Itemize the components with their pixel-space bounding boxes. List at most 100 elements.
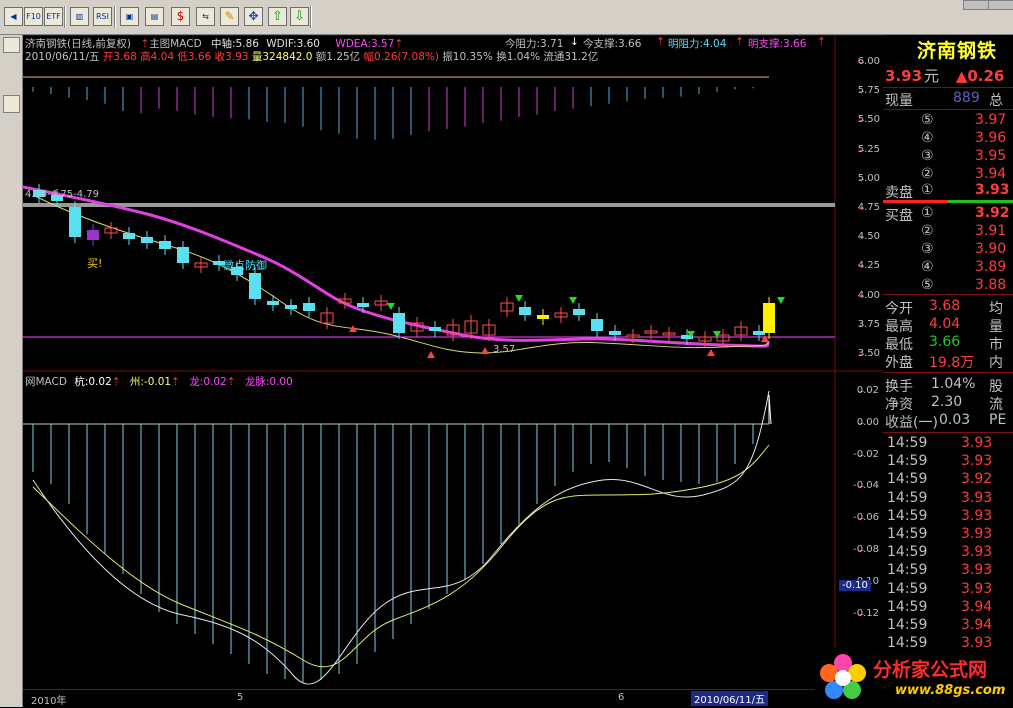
bid-price: 3.88 [975,277,1007,293]
chart-svg [23,35,883,689]
kang-value: 杭:0.02 [74,376,112,388]
arrow-down-icon[interactable]: ⇩ [290,7,309,26]
up-arrow-icon: ⇡ [735,36,744,48]
tick-time: 14:59 [887,471,928,488]
date-may: 5 [237,692,244,703]
ask-price: 3.97 [975,112,1007,128]
buy-label: 买 [87,257,98,270]
ask-num: ② [921,166,934,182]
price-axis-label: 4.75 [857,202,880,213]
price-axis-label: 5.25 [857,143,880,155]
tick-price: 3.93 [961,489,993,506]
macd-spike [768,394,772,425]
ask-row[interactable]: ③ 3.95 [883,148,1013,166]
tick-row[interactable]: 14:59 3.93 [883,562,1013,580]
date-current[interactable]: 2010/06/11/五 [691,691,769,706]
dollar-icon[interactable]: $ [171,7,190,26]
tick-time: 14:59 [887,598,928,615]
stat-row[interactable]: 最低 3.66 市 [883,334,1013,353]
ask-row[interactable]: ⑤ 3.97 [883,112,1013,130]
macd-axis-label: -0.12 [853,607,879,619]
tick-row[interactable]: 14:59 3.93 [883,453,1013,471]
stat-label: 最低 [885,337,913,353]
panel-scroll-up[interactable] [3,37,20,53]
tick-row[interactable]: 14:59 3.94 [883,599,1013,617]
move-icon[interactable]: ✥ [244,7,263,26]
stat-right-label: 内 [989,355,1003,371]
stat-right-label: 均 [989,301,1003,317]
panel-scroll-thumb[interactable] [3,95,20,113]
change-value: 幅0.26(7.08%) [363,51,439,63]
price-unit: 元 [924,67,940,85]
tick-price: 3.92 [961,471,993,488]
flower-logo-icon [820,654,866,699]
down-arrow-icon: ↓ [570,36,579,48]
tick-time: 14:59 [887,562,928,579]
candle-body [393,313,405,333]
bid1-row[interactable]: 买盘 ① 3.92 [883,205,1013,224]
ask1-row[interactable]: 卖盘 ① 3.93 [883,182,1013,201]
bid-row[interactable]: ② 3.91 [883,223,1013,241]
volume-value: 量324842.0 [251,51,313,63]
window-icon[interactable]: ▣ [120,7,139,26]
xianliang-row: 现量 889 总 [883,90,1013,109]
indicator-name: 网MACD [25,376,67,388]
ask-row[interactable]: ④ 3.96 [883,130,1013,148]
xianliang-total: 总 [989,93,1003,109]
first-icon[interactable]: ◀ [4,7,23,26]
etf-icon[interactable]: ETF [44,7,63,26]
stat-row[interactable]: 最高 4.04 量 [883,316,1013,335]
pencil-icon[interactable]: ✎ [220,7,239,26]
buy-annotation: 买! [87,255,102,271]
tick-time: 14:59 [887,526,928,542]
stat-row[interactable]: 今开 3.68 均 [883,298,1013,317]
sell-signal-arrow-icon [777,297,785,304]
candle-body [87,230,99,240]
fin-value: 1.04% [931,376,976,392]
candle-body [267,301,279,305]
toolbar-separator [114,6,116,28]
date-june: 6 [618,692,625,703]
stat-row[interactable]: 外盘 19.8万内 [883,352,1013,371]
bid-num: ⑤ [921,277,934,293]
fin-row[interactable]: 换手 1.04% 股 [883,376,1013,395]
arrow-up-icon[interactable]: ⇧ [268,7,287,26]
up-arrow-icon: ⇡ [656,36,665,48]
stat-value: 3.66 [929,334,961,350]
ask1-num: ① [921,182,934,198]
up-arrow-icon: ⇡ [111,376,121,388]
fin-row[interactable]: 收益(一) 0.03 PE [883,412,1013,431]
f10-icon[interactable]: F10 [24,7,43,26]
bid-row[interactable]: ④ 3.89 [883,259,1013,277]
sell-volume-bar [883,200,948,203]
macd-axis-label: 0.00 [856,416,879,428]
tick-row[interactable]: 14:59 3.93 [883,435,1013,453]
buy-mark: ! [98,257,103,270]
link-icon[interactable]: ⇆ [196,7,215,26]
tick-time: 14:59 [887,453,928,470]
current-price: 3.93 [885,67,923,85]
minimize-button[interactable] [963,0,989,10]
tick-price: 3.94 [961,598,993,615]
bar-chart-icon[interactable]: ▥ [70,7,89,26]
tick-row[interactable]: 14:59 3.93 [883,526,1013,544]
rsi-icon[interactable]: RSI [93,7,112,26]
tick-row[interactable]: 14:59 3.93 [883,508,1013,526]
fin-row[interactable]: 净资 2.30 流 [883,394,1013,413]
tick-row[interactable]: 14:59 3.92 [883,471,1013,489]
sell-signal-arrow-icon [387,303,395,310]
tick-price: 3.93 [961,580,993,597]
buy-label: 买盘 [885,208,913,224]
tick-row[interactable]: 14:59 3.93 [883,581,1013,599]
chart-icon[interactable]: ▤ [145,7,164,26]
close-button[interactable] [988,0,1013,10]
candle-body [69,207,81,237]
macd-axis-label: -0.02 [853,448,879,460]
bid-row[interactable]: ⑤ 3.88 [883,277,1013,295]
tick-row[interactable]: 14:59 3.93 [883,544,1013,562]
close-value: 收3.93 [214,51,249,63]
bid-row[interactable]: ③ 3.90 [883,241,1013,259]
tick-row[interactable]: 14:59 3.93 [883,490,1013,508]
tick-row[interactable]: 14:59 3.94 [883,617,1013,635]
price-axis-label: 3.75 [857,318,880,330]
